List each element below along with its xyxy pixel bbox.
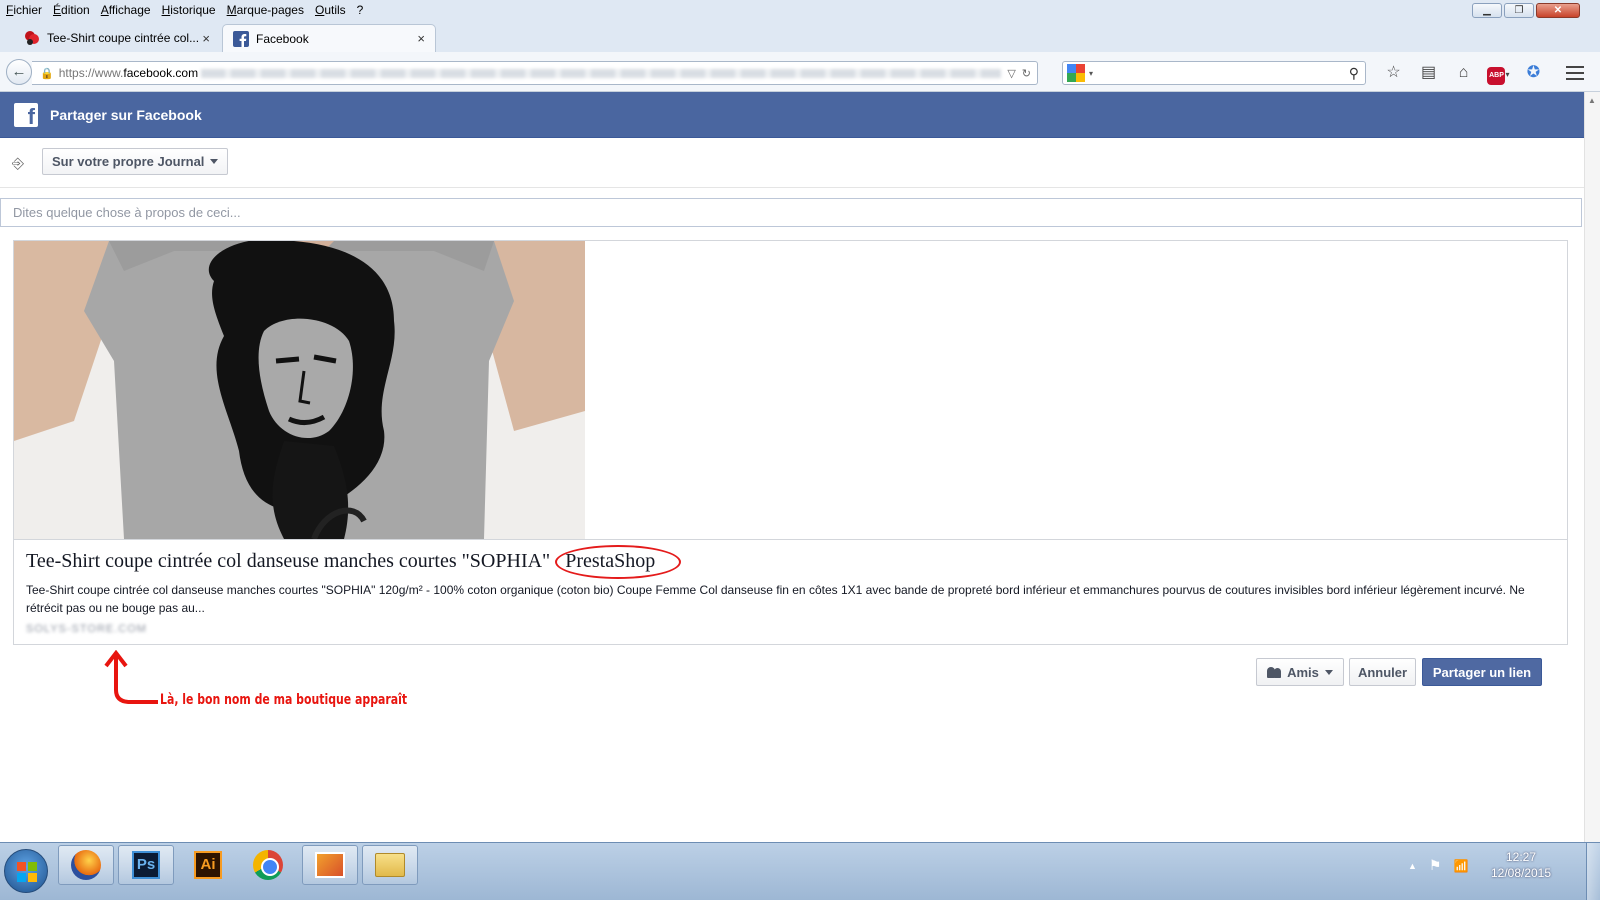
bookmarks-list-icon[interactable]: ▤ <box>1411 61 1446 85</box>
screen: Fichier Édition Affichage Historique Mar… <box>0 0 1600 900</box>
privacy-button-label: Amis <box>1287 664 1319 680</box>
dialog-title: Partager sur Facebook <box>50 106 202 123</box>
show-hidden-icons-icon[interactable]: ▲ <box>1408 861 1417 871</box>
firefox-icon <box>71 850 101 880</box>
show-desktop-button[interactable] <box>1586 843 1600 900</box>
window-controls: ▁ ❐ ✕ <box>1472 3 1580 18</box>
browser-menubar: Fichier Édition Affichage Historique Mar… <box>0 0 1600 20</box>
action-center-flag-icon[interactable]: ⚑ <box>1429 857 1442 874</box>
tab-close-icon[interactable]: × <box>417 31 425 46</box>
menu-fichier[interactable]: Fichier <box>6 3 42 17</box>
google-icon[interactable] <box>1067 64 1085 82</box>
hamburger-menu-icon[interactable] <box>1566 66 1584 80</box>
taskbar-illustrator[interactable]: Ai <box>180 845 236 885</box>
dropdown-arrow-icon[interactable]: ▽ <box>1007 67 1015 80</box>
menu-historique[interactable]: Historique <box>162 3 216 17</box>
divider <box>0 187 1584 188</box>
divider <box>14 539 1567 540</box>
share-link-button[interactable]: Partager un lien <box>1422 658 1542 686</box>
menu-help[interactable]: ? <box>357 3 364 17</box>
annotation-arrow-icon <box>104 650 158 704</box>
cancel-button[interactable]: Annuler <box>1349 658 1416 686</box>
adblock-icon[interactable]: ABP ▾ <box>1481 61 1516 85</box>
taskbar-app[interactable] <box>302 845 358 885</box>
tab-tee-shirt[interactable]: Tee-Shirt coupe cintrée col... × <box>14 24 220 52</box>
friends-icon <box>1267 666 1282 678</box>
url-host: facebook.com <box>123 66 199 80</box>
tab-facebook[interactable]: Facebook × <box>222 24 436 52</box>
chrome-icon <box>253 850 283 880</box>
comment-input[interactable]: Dites quelque chose à propos de ceci... <box>0 198 1582 227</box>
home-icon[interactable]: ⌂ <box>1446 61 1481 85</box>
lock-icon: 🔒 <box>40 67 54 80</box>
tab-bar: Tee-Shirt coupe cintrée col... × Faceboo… <box>0 20 1600 67</box>
url-blurred-path <box>201 68 1002 78</box>
menu-affichage[interactable]: Affichage <box>101 3 151 17</box>
taskbar-chrome[interactable] <box>240 845 296 885</box>
annotation-text: Là, le bon nom de ma boutique apparaît <box>160 692 408 708</box>
menu-outils[interactable]: Outils <box>315 3 346 17</box>
tab-close-icon[interactable]: × <box>202 31 210 46</box>
tshirt-portrait-image <box>14 241 585 539</box>
start-button[interactable] <box>4 849 48 893</box>
menu-edition[interactable]: Édition <box>53 3 90 17</box>
tab-label: Facebook <box>256 31 309 46</box>
windows-logo-icon <box>17 862 37 882</box>
system-tray: ▲ ⚑ 📶 <box>1408 857 1468 874</box>
image-blank-area <box>585 241 1567 539</box>
page-scrollbar[interactable]: ▲ ▼ <box>1584 92 1600 860</box>
magnifier-icon[interactable]: ⚲ <box>1349 65 1359 82</box>
privacy-button[interactable]: Amis <box>1256 658 1344 686</box>
window-close-button[interactable]: ✕ <box>1536 3 1580 18</box>
product-image <box>14 241 585 539</box>
back-arrow-icon: ← <box>11 63 27 80</box>
photoshop-icon: Ps <box>132 851 160 879</box>
facebook-dialog-header: f Partager sur Facebook <box>0 92 1584 138</box>
scroll-up-icon[interactable]: ▲ <box>1588 96 1596 105</box>
folder-icon <box>375 853 405 877</box>
chevron-down-icon <box>210 159 219 164</box>
url-prefix: https://www. <box>58 66 124 80</box>
network-signal-icon[interactable]: 📶 <box>1453 859 1468 873</box>
audience-select-label: Sur votre propre Journal <box>52 154 205 169</box>
taskbar-explorer[interactable] <box>362 845 418 885</box>
navigation-bar: ← 🔒 https://www. facebook.com ▽ ↻ ▾ ⚲ ☆ … <box>0 52 1600 92</box>
windows-taskbar: Ps Ai ▲ ⚑ 📶 12:27 12/08/2015 <box>0 842 1600 900</box>
preview-description: Tee-Shirt coupe cintrée col danseuse man… <box>26 583 1525 615</box>
preview-domain-blurred: SOLYS-STORE.COM <box>26 623 147 635</box>
system-clock[interactable]: 12:27 12/08/2015 <box>1486 849 1556 881</box>
extension-icon[interactable]: ✪ <box>1516 61 1551 85</box>
tab-label: Tee-Shirt coupe cintrée col... <box>47 31 199 45</box>
chevron-down-icon <box>1324 669 1333 675</box>
search-engine-dropdown-icon[interactable]: ▾ <box>1089 69 1093 78</box>
url-bar[interactable]: 🔒 https://www. facebook.com ▽ ↻ <box>32 61 1038 85</box>
share-destination-icon: ⎆ <box>12 155 25 172</box>
illustrator-icon: Ai <box>194 851 222 879</box>
clock-time: 12:27 <box>1505 850 1537 864</box>
toolbar-icons: ☆ ▤ ⌂ ABP ▾ ✪ <box>1376 61 1551 85</box>
facebook-logo-icon: f <box>14 102 38 127</box>
app-icon <box>315 852 345 878</box>
minimize-button[interactable]: ▁ <box>1472 3 1502 18</box>
bookmark-star-icon[interactable]: ☆ <box>1376 61 1411 85</box>
preview-title-text: Tee-Shirt coupe cintrée col danseuse man… <box>26 550 551 572</box>
maximize-button[interactable]: ❐ <box>1504 3 1534 18</box>
shop-favicon-icon <box>25 31 39 45</box>
menu-marque-pages[interactable]: Marque-pages <box>227 3 304 17</box>
audience-select[interactable]: Sur votre propre Journal <box>42 148 228 175</box>
search-bar[interactable]: ▾ ⚲ <box>1062 61 1366 85</box>
taskbar-photoshop[interactable]: Ps <box>118 845 174 885</box>
taskbar-firefox[interactable] <box>58 845 114 885</box>
back-button[interactable]: ← <box>6 59 32 85</box>
facebook-favicon-icon <box>233 30 249 47</box>
link-preview-card[interactable]: Tee-Shirt coupe cintrée col danseuse man… <box>13 240 1568 645</box>
comment-placeholder: Dites quelque chose à propos de ceci... <box>13 205 241 220</box>
reload-icon[interactable]: ↻ <box>1022 67 1031 80</box>
clock-date: 12/08/2015 <box>1490 866 1552 880</box>
preview-shop-name-highlighted: PrestaShop <box>555 545 682 579</box>
preview-title[interactable]: Tee-Shirt coupe cintrée col danseuse man… <box>26 545 682 579</box>
